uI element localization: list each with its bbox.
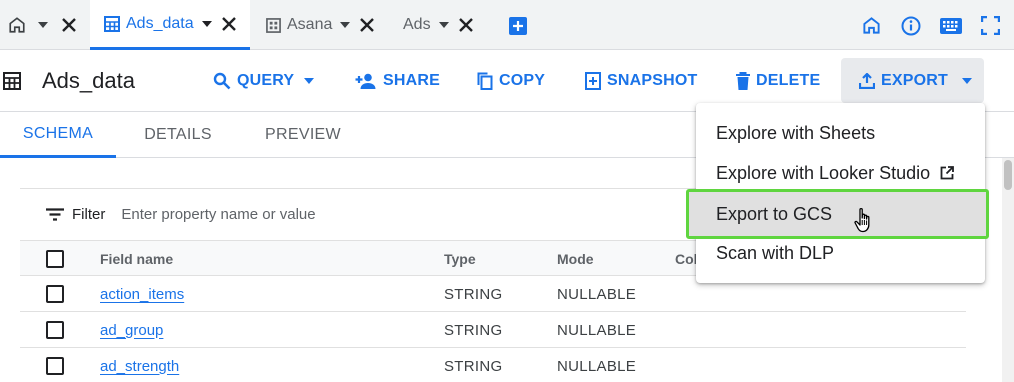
tab-details[interactable]: DETAILS — [128, 112, 228, 158]
dataset-icon — [266, 17, 281, 33]
menu-item-scan-dlp[interactable]: Scan with DLP — [696, 233, 985, 273]
header-mode[interactable]: Mode — [557, 241, 594, 277]
tab-schema[interactable]: SCHEMA — [0, 112, 116, 158]
delete-button[interactable]: DELETE — [736, 59, 820, 103]
menu-item-explore-looker-studio[interactable]: Explore with Looker Studio — [696, 153, 985, 193]
snapshot-icon — [585, 72, 601, 90]
tab-label: Ads — [403, 16, 431, 33]
field-name-link[interactable]: ad_strength — [100, 358, 179, 375]
search-icon — [213, 72, 231, 90]
query-button[interactable]: QUERY — [213, 59, 315, 103]
tab-ads[interactable]: Ads — [403, 0, 483, 50]
snapshot-button[interactable]: SNAPSHOT — [585, 59, 698, 103]
chevron-down-icon[interactable] — [201, 20, 212, 27]
field-name-link[interactable]: action_items — [100, 286, 184, 303]
upload-icon — [859, 72, 875, 89]
scrollbar-thumb[interactable] — [1004, 160, 1012, 190]
copy-label: COPY — [499, 72, 546, 89]
chevron-down-icon[interactable] — [38, 22, 48, 28]
field-mode: NULLABLE — [557, 321, 637, 339]
share-button[interactable]: SHARE — [355, 59, 440, 103]
home-icon — [8, 16, 26, 34]
tab-ads-data[interactable]: Ads_data — [90, 0, 250, 50]
filter-input[interactable] — [121, 206, 622, 223]
export-label: EXPORT — [881, 71, 948, 89]
header-field-name[interactable]: Field name — [100, 241, 173, 277]
info-icon[interactable] — [901, 16, 921, 36]
menu-item-label: Explore with Looker Studio — [716, 162, 931, 183]
header-collation[interactable]: Col — [675, 241, 698, 277]
close-icon[interactable] — [360, 18, 375, 32]
person-add-icon — [355, 73, 377, 89]
export-button[interactable]: EXPORT — [841, 58, 984, 103]
row-checkbox[interactable] — [46, 276, 64, 312]
close-icon[interactable] — [458, 18, 473, 32]
menu-item-explore-sheets[interactable]: Explore with Sheets — [696, 113, 985, 153]
select-all-checkbox[interactable] — [46, 241, 64, 277]
tab-home[interactable] — [0, 0, 88, 50]
chevron-down-icon[interactable] — [340, 22, 351, 28]
filter-icon[interactable] — [46, 208, 64, 221]
row-checkbox[interactable] — [46, 348, 64, 382]
tab-strip: Ads_data Asana Ads — [0, 0, 1014, 50]
close-icon[interactable] — [62, 18, 76, 32]
home-icon[interactable] — [862, 16, 881, 35]
table-icon — [104, 15, 120, 32]
tab-label: Asana — [287, 16, 333, 33]
field-mode: NULLABLE — [557, 285, 637, 303]
query-label: QUERY — [237, 72, 295, 89]
field-type: STRING — [444, 321, 503, 339]
chevron-down-icon[interactable] — [438, 22, 449, 28]
chevron-down-icon — [962, 77, 972, 84]
open-in-new-icon — [940, 166, 955, 180]
snapshot-label: SNAPSHOT — [607, 72, 698, 89]
tab-label: Ads_data — [126, 14, 194, 32]
table-row: ad_group STRING NULLABLE — [20, 312, 966, 348]
keyboard-icon[interactable] — [940, 18, 962, 34]
table-row: ad_strength STRING NULLABLE — [20, 348, 966, 382]
filter-label: Filter — [72, 206, 106, 223]
fullscreen-icon[interactable] — [981, 16, 1000, 35]
header-type[interactable]: Type — [444, 241, 476, 277]
hand-cursor-icon — [854, 207, 872, 233]
page-title: Ads_data — [42, 68, 135, 93]
tab-preview[interactable]: PREVIEW — [252, 112, 354, 158]
field-type: STRING — [444, 357, 503, 375]
menu-item-export-gcs[interactable]: Export to GCS — [686, 189, 989, 239]
vertical-scrollbar[interactable] — [1002, 158, 1014, 382]
export-menu: Explore with Sheets Explore with Looker … — [686, 103, 989, 283]
chevron-down-icon — [304, 78, 315, 84]
row-checkbox[interactable] — [46, 312, 64, 348]
delete-label: DELETE — [756, 72, 821, 89]
copy-button[interactable]: COPY — [477, 59, 545, 103]
copy-icon — [477, 72, 493, 90]
field-name-link[interactable]: ad_group — [100, 322, 163, 339]
trash-icon — [736, 72, 750, 90]
close-icon[interactable] — [221, 16, 236, 31]
table-icon — [3, 72, 21, 90]
field-mode: NULLABLE — [557, 357, 637, 375]
add-tab-icon[interactable] — [509, 17, 527, 35]
tab-asana[interactable]: Asana — [266, 0, 391, 50]
field-type: STRING — [444, 285, 503, 303]
share-label: SHARE — [383, 72, 441, 89]
